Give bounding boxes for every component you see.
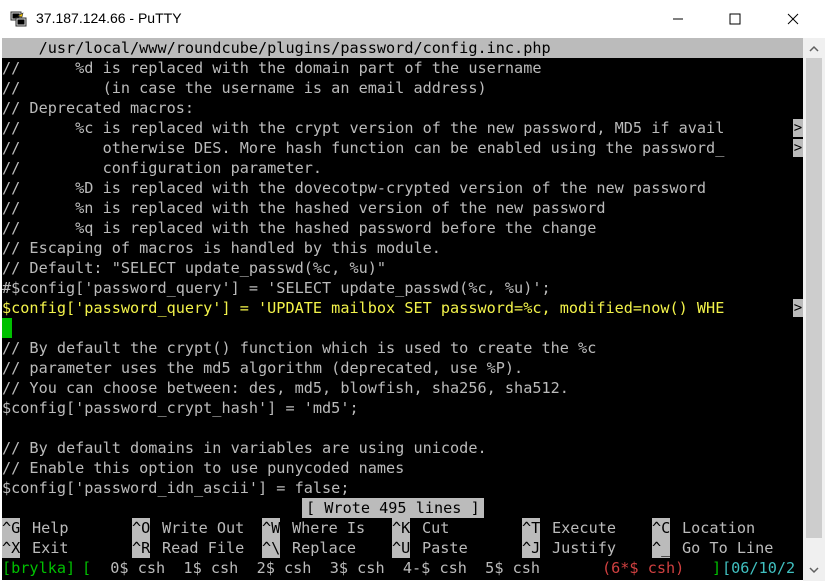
- status-message: [ Wrote 495 lines ]: [302, 498, 484, 518]
- maximize-button[interactable]: [712, 0, 758, 38]
- editor-line[interactable]: // %d is replaced with the domain part o…: [2, 58, 803, 78]
- line-text: #$config['password_query'] = 'SELECT upd…: [2, 279, 551, 297]
- shortcut-label: Justify: [552, 539, 617, 557]
- line-text: // %d is replaced with the domain part o…: [2, 59, 542, 77]
- shortcut-label: Replace: [292, 539, 357, 557]
- shortcut-key[interactable]: ^\: [262, 538, 281, 558]
- line-text: // Default: "SELECT update_passwd(%c, %u…: [2, 259, 387, 277]
- line-text: $config['password_idn_ascii'] = false;: [2, 479, 350, 497]
- editor-line[interactable]: // %D is replaced with the dovecotpw-cry…: [2, 178, 803, 198]
- shortcut-label: Location: [682, 519, 756, 537]
- shortcut-label: Where Is: [292, 519, 366, 537]
- close-button[interactable]: [770, 0, 816, 38]
- editor-line-current[interactable]: $config['password_query'] = 'UPDATE mail…: [2, 298, 803, 318]
- editor-line[interactable]: $config['password_idn_ascii'] = false;: [2, 478, 803, 498]
- scrollbar-thumb[interactable]: [806, 58, 822, 538]
- tmux-window-list[interactable]: 0$ csh 1$ csh 2$ csh 3$ csh 4-$ csh 5$ c…: [92, 558, 558, 578]
- shortcut-key[interactable]: ^O: [132, 518, 151, 538]
- line-text: $config['password_query'] = 'UPDATE mail…: [2, 299, 725, 317]
- line-continues-marker: >: [793, 139, 803, 157]
- status-line: [ Wrote 495 lines ]: [2, 498, 803, 518]
- tmux-bracket-close: ]: [712, 559, 722, 577]
- line-text: // %n is replaced with the hashed versio…: [2, 199, 606, 217]
- line-text: // Escaping of macros is handled by this…: [2, 239, 441, 257]
- editor-line[interactable]: $config['password_crypt_hash'] = 'md5';: [2, 398, 803, 418]
- window-title: 37.187.124.66 - PuTTY: [36, 10, 182, 26]
- file-path: /usr/local/www/roundcube/plugins/passwor…: [2, 39, 551, 57]
- tmux-gap: [692, 558, 710, 578]
- line-text: // %q is replaced with the hashed passwo…: [2, 219, 597, 237]
- shortcut-key[interactable]: ^_: [652, 538, 671, 558]
- shortcut-key[interactable]: ^R: [132, 538, 151, 558]
- editor-line[interactable]: #$config['password_query'] = 'SELECT upd…: [2, 278, 803, 298]
- scroll-down-icon[interactable]: [807, 563, 821, 577]
- shortcut-label: Execute: [552, 519, 617, 537]
- shortcut-label: Cut: [422, 519, 450, 537]
- title-bar: 37.187.124.66 - PuTTY: [0, 0, 825, 38]
- shortcut-key[interactable]: ^T: [522, 518, 541, 538]
- terminal-area[interactable]: /usr/local/www/roundcube/plugins/passwor…: [2, 38, 803, 580]
- shortcut-key[interactable]: ^C: [652, 518, 671, 538]
- editor-line[interactable]: // Enable this option to use punycoded n…: [2, 458, 803, 478]
- shortcut-row-1: ^G Help ^O Write Out ^W Where Is ^K Cut ^T Ex…: [2, 518, 803, 538]
- scroll-up-icon[interactable]: [807, 42, 821, 56]
- editor-line[interactable]: // parameter uses the md5 algorithm (dep…: [2, 358, 803, 378]
- tmux-session-name: [brylka]: [2, 559, 76, 577]
- editor-line[interactable]: // %q is replaced with the hashed passwo…: [2, 218, 803, 238]
- line-text: // %D is replaced with the dovecotpw-cry…: [2, 179, 707, 197]
- text-cursor: [2, 318, 12, 338]
- shortcut-label: Read File: [162, 539, 245, 557]
- line-text: // By default domains in variables are u…: [2, 439, 487, 457]
- editor-line[interactable]: // By default domains in variables are u…: [2, 438, 803, 458]
- shortcut-key[interactable]: ^K: [392, 518, 411, 538]
- vertical-scrollbar[interactable]: [803, 38, 825, 581]
- editor-line[interactable]: // By default the crypt() function which…: [2, 338, 803, 358]
- tmux-status-bar: [brylka] [ 0$ csh 1$ csh 2$ csh 3$ csh 4…: [2, 558, 803, 578]
- editor-line[interactable]: [2, 318, 803, 338]
- shortcut-key[interactable]: ^U: [392, 538, 411, 558]
- editor-line[interactable]: // %c is replaced with the crypt version…: [2, 118, 803, 138]
- shortcut-key[interactable]: ^W: [262, 518, 281, 538]
- line-text: // Deprecated macros:: [2, 99, 195, 117]
- shortcut-row-2: ^X Exit ^R Read File ^\ Replace ^U Paste ^J J…: [2, 538, 803, 558]
- line-continues-marker: >: [793, 119, 803, 137]
- editor-line[interactable]: // Default: "SELECT update_passwd(%c, %u…: [2, 258, 803, 278]
- line-text: // (in case the username is an email add…: [2, 79, 487, 97]
- shortcut-key[interactable]: ^J: [522, 538, 541, 558]
- editor-line[interactable]: // (in case the username is an email add…: [2, 78, 803, 98]
- line-text: // Enable this option to use punycoded n…: [2, 459, 405, 477]
- shortcut-label: Go To Line: [682, 539, 774, 557]
- putty-app-icon[interactable]: [10, 10, 28, 28]
- line-text: // %c is replaced with the crypt version…: [2, 119, 725, 137]
- editor-line[interactable]: // configuration parameter.: [2, 158, 803, 178]
- editor-line[interactable]: // Deprecated macros:: [2, 98, 803, 118]
- nano-header: /usr/local/www/roundcube/plugins/passwor…: [2, 38, 803, 58]
- line-text: // configuration parameter.: [2, 159, 323, 177]
- tmux-bracket-open: [: [82, 559, 92, 577]
- line-text: // By default the crypt() function which…: [2, 339, 597, 357]
- line-text: // otherwise DES. More hash function can…: [2, 139, 725, 157]
- editor-line[interactable]: // otherwise DES. More hash function can…: [2, 138, 803, 158]
- tmux-active-window[interactable]: (6*$ csh): [602, 558, 684, 578]
- shortcut-key[interactable]: ^G: [2, 518, 21, 538]
- minimize-button[interactable]: [655, 0, 701, 38]
- line-text: $config['password_crypt_hash'] = 'md5';: [2, 399, 359, 417]
- shortcut-label: Exit: [32, 539, 69, 557]
- shortcut-label: Write Out: [162, 519, 245, 537]
- line-text: // parameter uses the md5 algorithm (dep…: [2, 359, 524, 377]
- editor-line[interactable]: // Escaping of macros is handled by this…: [2, 238, 803, 258]
- editor-line[interactable]: // You can choose between: des, md5, blo…: [2, 378, 803, 398]
- minimize-icon: [673, 18, 683, 20]
- shortcut-label: Help: [32, 519, 69, 537]
- close-icon: [787, 13, 799, 25]
- shortcut-label: Paste: [422, 539, 468, 557]
- line-text: // You can choose between: des, md5, blo…: [2, 379, 569, 397]
- line-continues-marker: >: [793, 299, 803, 317]
- editor-line[interactable]: [2, 418, 803, 438]
- tmux-date: [06/10/2: [722, 559, 796, 577]
- maximize-icon: [729, 13, 741, 25]
- shortcut-key[interactable]: ^X: [2, 538, 21, 558]
- editor-line[interactable]: // %n is replaced with the hashed versio…: [2, 198, 803, 218]
